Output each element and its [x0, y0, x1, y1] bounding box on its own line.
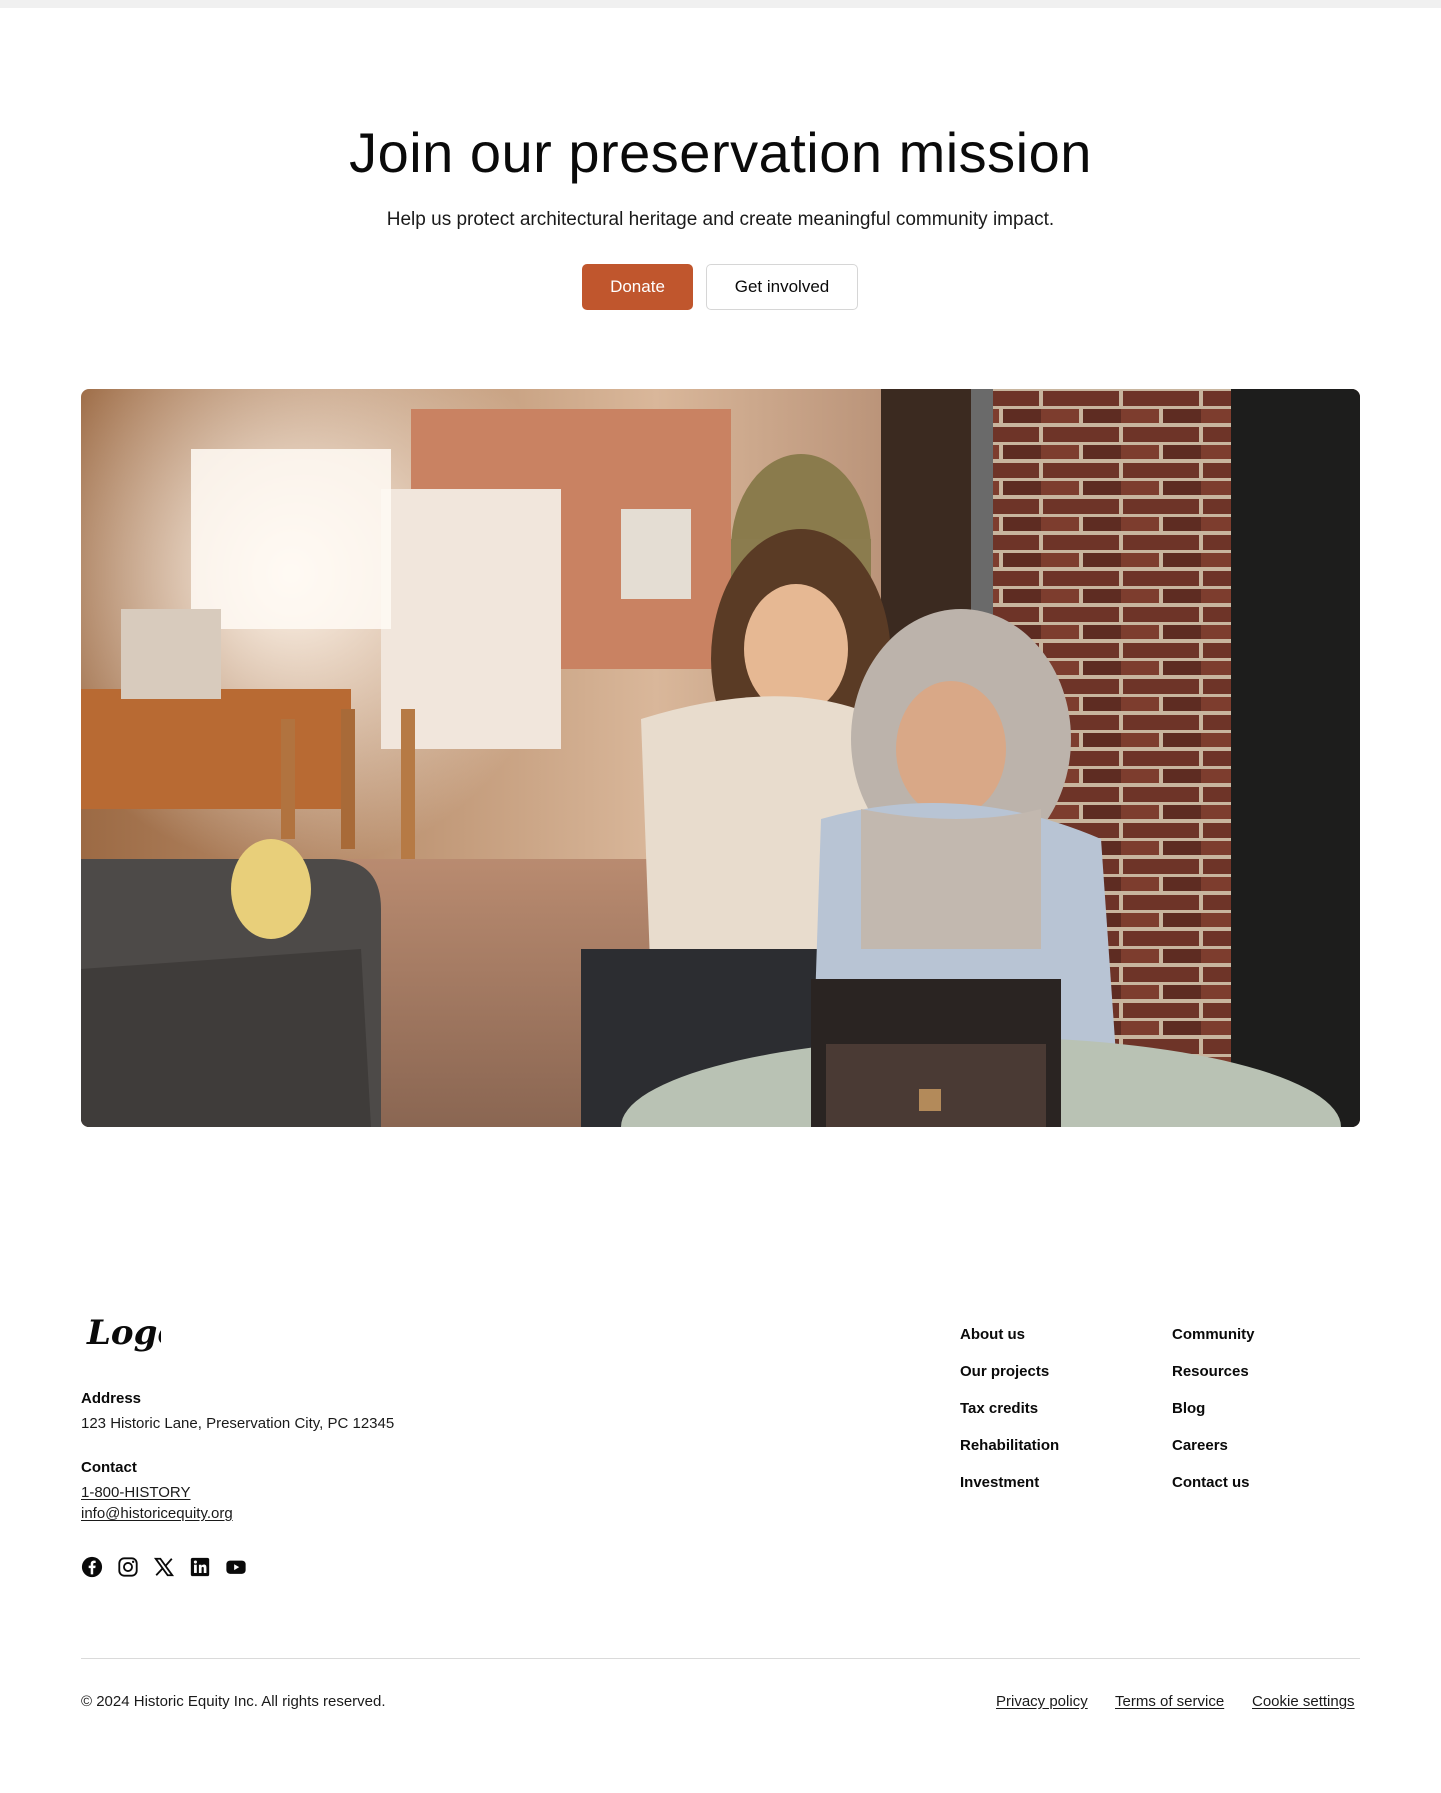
footer-logo[interactable]: Logo	[85, 1312, 180, 1363]
footer-link-blog[interactable]: Blog	[1172, 1400, 1255, 1437]
donate-button[interactable]: Donate	[582, 264, 693, 310]
contact-label: Contact	[81, 1459, 137, 1476]
footer-link-resources[interactable]: Resources	[1172, 1363, 1255, 1400]
footer-link-investment[interactable]: Investment	[960, 1474, 1059, 1511]
hero-image	[81, 389, 1360, 1127]
cta-title: Join our preservation mission	[349, 121, 1092, 184]
footer-link-rehabilitation[interactable]: Rehabilitation	[960, 1437, 1059, 1474]
email-link[interactable]: info@historicequity.org	[81, 1505, 233, 1522]
footer-link-about-us[interactable]: About us	[960, 1326, 1059, 1363]
top-bar	[0, 0, 1441, 8]
logo-text: Logo	[86, 1313, 161, 1353]
footer-nav-column-1: About us Our projects Tax credits Rehabi…	[960, 1326, 1059, 1511]
linkedin-icon[interactable]	[189, 1556, 211, 1578]
address-value: 123 Historic Lane, Preservation City, PC…	[81, 1415, 395, 1432]
phone-link[interactable]: 1-800-HISTORY	[81, 1484, 191, 1501]
terms-of-service-link[interactable]: Terms of service	[1115, 1693, 1224, 1710]
copyright-text: © 2024 Historic Equity Inc. All rights r…	[81, 1693, 386, 1710]
x-icon[interactable]	[153, 1556, 175, 1578]
social-links	[81, 1556, 247, 1578]
footer-nav-column-2: Community Resources Blog Careers Contact…	[1172, 1326, 1255, 1511]
footer-link-tax-credits[interactable]: Tax credits	[960, 1400, 1059, 1437]
cookie-settings-link[interactable]: Cookie settings	[1252, 1693, 1355, 1710]
footer-link-community[interactable]: Community	[1172, 1326, 1255, 1363]
footer-link-our-projects[interactable]: Our projects	[960, 1363, 1059, 1400]
footer-link-contact-us[interactable]: Contact us	[1172, 1474, 1255, 1511]
get-involved-button[interactable]: Get involved	[706, 264, 858, 310]
youtube-icon[interactable]	[225, 1556, 247, 1578]
footer-divider	[81, 1658, 1360, 1659]
privacy-policy-link[interactable]: Privacy policy	[996, 1693, 1088, 1710]
hero-photo-illustration	[81, 389, 1360, 1127]
instagram-icon[interactable]	[117, 1556, 139, 1578]
footer-link-careers[interactable]: Careers	[1172, 1437, 1255, 1474]
cta-subtitle: Help us protect architectural heritage a…	[386, 209, 1055, 230]
logo-mark: Logo	[86, 1313, 180, 1353]
facebook-icon[interactable]	[81, 1556, 103, 1578]
address-label: Address	[81, 1390, 142, 1407]
